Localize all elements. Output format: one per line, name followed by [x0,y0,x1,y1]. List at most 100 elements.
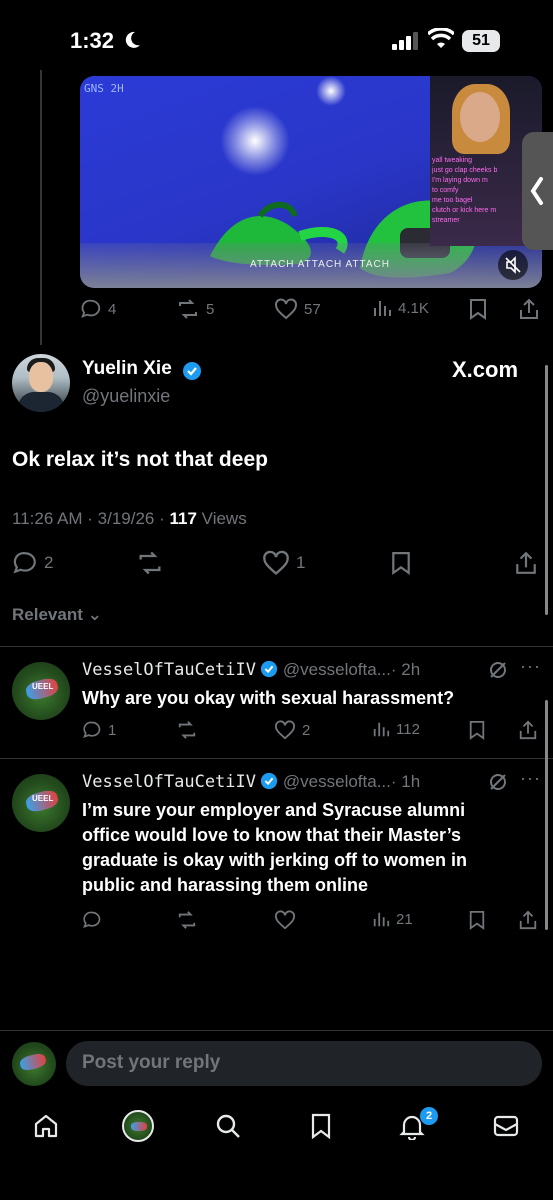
more-options-icon[interactable]: ··· [520,768,541,789]
reply-button[interactable]: 4 [80,298,116,320]
views-count: 4.1K [398,299,429,317]
nav-grok[interactable] [122,1110,154,1142]
chat-line: streamer [432,217,460,224]
author-name[interactable]: Yuelin Xie [82,358,172,380]
reply-text: I’m sure your employer and Syracuse alum… [82,798,532,898]
bookmark-icon [392,552,410,576]
reply-age: · 2h [390,660,421,679]
light-orb-small [316,76,346,106]
reply-text: Why are you okay with sexual harassment? [82,688,455,708]
heart-icon [275,298,297,320]
avatar-tag-text: UEEL [32,682,54,691]
repost-icon [139,551,161,575]
reply-icon [13,552,36,574]
verified-badge-icon [261,772,278,790]
grok-avatar-icon [131,1122,147,1131]
like-button[interactable]: 2 [274,720,310,740]
reply-count: 4 [108,300,117,318]
more-options-icon[interactable]: ··· [520,656,541,677]
avatar-fish [18,1051,48,1073]
verified-badge-icon [182,361,202,381]
battery-indicator: 51 [462,30,500,52]
moon-icon [122,30,142,50]
chat-line: just go clap cheeks b [432,167,498,174]
reply-author-name[interactable]: VesselOfTauCetiIV [82,660,256,680]
grok-icon[interactable] [488,660,508,680]
reply-avatar[interactable]: UEEL [12,774,70,832]
game-attach-text: ATTACH ATTACH ATTACH [250,259,390,270]
reply-count: 1 [108,721,117,739]
sort-dropdown[interactable]: Relevant ⌄ [12,605,102,625]
media-post-actions: 4 5 57 4.1K [0,298,553,322]
reply-placeholder: Post your reply [82,1052,221,1073]
reply-header: VesselOfTauCetiIV @vesselofta...· 1h [82,772,420,792]
bookmark-button[interactable] [468,298,488,320]
side-panel-handle[interactable] [522,132,553,250]
tweet-view-count: 117 [169,509,197,528]
repost-button[interactable] [136,550,164,576]
like-button[interactable]: 57 [274,298,321,320]
notifications-badge: 2 [420,1107,438,1125]
chat-line: clutch or kick here m [432,207,497,214]
reply-actions: 21 [0,910,553,934]
nav-messages[interactable] [492,1112,520,1140]
my-avatar[interactable] [12,1042,56,1086]
reply-age: · 1h [390,772,421,791]
reply-author-handle[interactable]: @vesselofta... [283,660,391,679]
reply-text-line: office would love to know that their Mas… [82,825,462,845]
like-count: 2 [302,721,311,739]
chevron-down-icon: ⌄ [87,605,102,624]
chat-line: I'm laying down m [432,177,488,184]
repost-button[interactable] [176,720,198,740]
like-button[interactable] [274,910,296,930]
bookmark-button[interactable] [468,910,486,930]
speaker-muted-icon [505,256,521,274]
bookmark-icon [470,299,486,320]
tweet-text: Ok relax it’s not that deep [12,448,268,471]
repost-button[interactable]: 5 [176,298,214,320]
chat-line: yall tweaking [432,157,473,164]
avatar-face [29,362,53,392]
video-media[interactable]: GNS 2H ATTACH ATTACH ATTACH yall tweakin… [80,76,542,288]
share-button[interactable] [518,298,540,320]
share-icon [519,910,537,930]
tweet-meta: 11:26 AM · 3/19/26 · 117 Views [12,509,247,529]
chat-line: me too bagel [432,197,473,204]
reply-button[interactable]: 1 [82,720,116,740]
share-button[interactable] [518,910,538,930]
views-count: 112 [396,720,420,738]
repost-icon [179,299,197,319]
reply-icon [81,299,101,318]
reply-author-name[interactable]: VesselOfTauCetiIV [82,772,256,792]
views-button[interactable]: 112 [372,720,420,738]
bookmark-button[interactable] [390,550,412,576]
share-button[interactable] [518,720,538,740]
grok-icon[interactable] [488,772,508,792]
divider [0,646,553,647]
scrollbar-upper[interactable] [545,365,548,615]
reply-author-handle[interactable]: @vesselofta... [283,772,391,791]
views-button[interactable]: 21 [372,910,413,928]
scrollbar-lower[interactable] [545,700,548,930]
like-button[interactable]: 1 [262,550,305,576]
bookmark-button[interactable] [468,720,486,740]
nav-search[interactable] [214,1112,242,1140]
nav-home[interactable] [32,1112,60,1140]
reply-button[interactable]: 2 [12,550,53,576]
views-button[interactable]: 4.1K [372,298,429,318]
reply-avatar[interactable]: UEEL [12,662,70,720]
main-tweet-actions: 2 1 [0,550,553,576]
tweet-timestamp[interactable]: 11:26 AM · 3/19/26 · [12,509,170,528]
light-orb [220,106,290,176]
repost-button[interactable] [176,910,198,930]
chevron-left-icon [530,177,543,205]
nav-bookmarks[interactable] [308,1112,334,1140]
mute-button[interactable] [498,250,528,280]
author-avatar[interactable] [12,354,70,412]
share-button[interactable] [514,550,538,576]
reply-button[interactable] [82,910,102,930]
stream-chat: yall tweaking just go clap cheeks b I'm … [432,156,497,226]
status-time: 1:32 [70,28,115,53]
author-handle[interactable]: @yuelinxie [82,386,170,407]
mail-icon [493,1115,519,1137]
